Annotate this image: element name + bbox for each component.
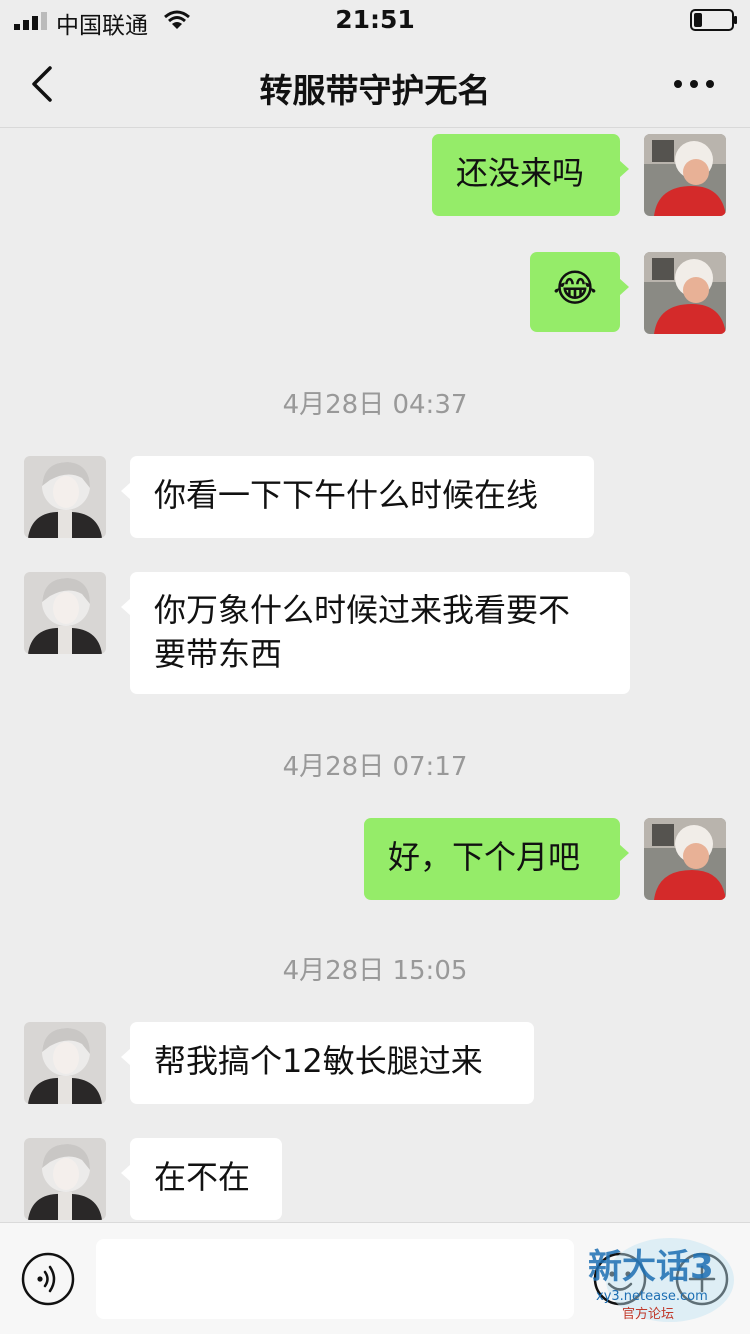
my-emoji-bubble[interactable]: 😂 [530, 252, 629, 332]
chat-header: 转服带守护无名 [0, 42, 750, 128]
contact-avatar[interactable] [24, 456, 106, 538]
watermark-logo-text: 新大话3 [588, 1247, 714, 1287]
watermark-url: xy3.netease.com [596, 1289, 708, 1304]
contact-message-bubble[interactable]: 你万象什么时候过来我看要不 要带东西 [121, 572, 630, 694]
status-time: 21:51 [335, 5, 415, 34]
message-text: 还没来吗 [456, 154, 585, 192]
my-avatar[interactable] [644, 252, 726, 334]
battery-icon [690, 9, 737, 31]
my-message-bubble[interactable]: 好，下个月吧 [364, 818, 629, 900]
message-timestamp: 4月28日 15:05 [282, 956, 468, 986]
my-message-bubble[interactable]: 还没来吗 [432, 134, 629, 216]
laugh-cry-emoji-icon: 😂 [552, 266, 598, 310]
chat-title: 转服带守护无名 [259, 71, 491, 110]
contact-message-bubble[interactable]: 在不在 [121, 1138, 282, 1220]
message-text-line: 要带东西 [154, 635, 283, 673]
status-bar: 中国联通 21:51 [0, 0, 750, 42]
contact-avatar[interactable] [24, 572, 106, 654]
message-text: 在不在 [154, 1158, 251, 1196]
contact-message-bubble[interactable]: 帮我搞个12敏长腿过来 [121, 1022, 534, 1104]
watermark-caption: 官方论坛 [622, 1306, 674, 1322]
message-text: 帮我搞个12敏长腿过来 [154, 1042, 483, 1080]
message-timestamp: 4月28日 04:37 [282, 390, 468, 420]
message-text: 好，下个月吧 [388, 838, 581, 876]
message-text: 你看一下下午什么时候在线 [154, 476, 539, 514]
my-avatar[interactable] [644, 134, 726, 216]
contact-avatar[interactable] [24, 1138, 106, 1220]
watermark-logo: 新大话3 xy3.netease.com 官方论坛 [588, 1238, 734, 1322]
message-timestamp: 4月28日 07:17 [282, 752, 468, 782]
contact-message-bubble[interactable]: 你看一下下午什么时候在线 [121, 456, 594, 538]
voice-input-icon[interactable] [20, 1251, 76, 1307]
my-avatar[interactable] [644, 818, 726, 900]
message-input[interactable] [96, 1239, 574, 1319]
message-text-line: 你万象什么时候过来我看要不 [154, 591, 571, 629]
contact-avatar[interactable] [24, 1022, 106, 1104]
more-options-icon[interactable] [672, 74, 716, 94]
